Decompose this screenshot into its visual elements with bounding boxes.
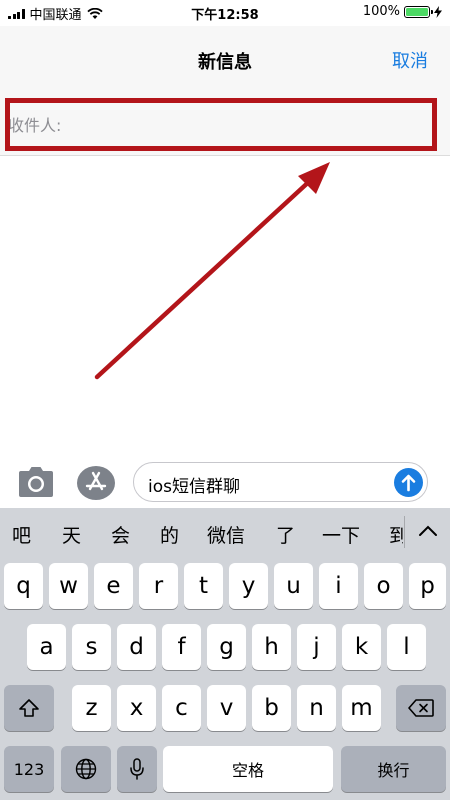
- message-input[interactable]: ios短信群聊: [133, 462, 428, 502]
- charging-bolt-icon: [434, 5, 442, 18]
- key-l[interactable]: l: [387, 624, 426, 670]
- key-y[interactable]: y: [229, 563, 268, 609]
- highlight-annotation-box: [5, 98, 437, 151]
- key-e[interactable]: e: [94, 563, 133, 609]
- delete-key[interactable]: [396, 685, 446, 731]
- candidate-word[interactable]: 了: [276, 521, 295, 548]
- key-k[interactable]: k: [342, 624, 381, 670]
- space-key[interactable]: 空格: [163, 746, 333, 792]
- numbers-key[interactable]: 123: [4, 746, 54, 792]
- key-b[interactable]: b: [252, 685, 291, 731]
- key-i[interactable]: i: [319, 563, 358, 609]
- candidate-word[interactable]: 天: [62, 521, 81, 548]
- key-c[interactable]: c: [162, 685, 201, 731]
- microphone-icon: [130, 758, 144, 780]
- candidate-word[interactable]: 会: [111, 521, 130, 548]
- camera-icon[interactable]: [17, 465, 55, 499]
- key-n[interactable]: n: [297, 685, 336, 731]
- keyboard: 吧 天 会 的 微信 了 一下 到 q w e r t y u i o p a …: [0, 508, 450, 800]
- candidate-word[interactable]: 吧: [12, 521, 31, 548]
- candidate-bar: 吧 天 会 的 微信 了 一下 到: [0, 508, 450, 554]
- key-h[interactable]: h: [252, 624, 291, 670]
- battery-level: [406, 7, 428, 16]
- cancel-button[interactable]: 取消: [392, 47, 428, 73]
- send-arrow-icon: [401, 474, 416, 492]
- send-button[interactable]: [394, 468, 423, 497]
- key-r[interactable]: r: [139, 563, 178, 609]
- app-store-icon[interactable]: [76, 465, 116, 501]
- battery-percent: 100%: [362, 4, 400, 19]
- key-p[interactable]: p: [409, 563, 446, 609]
- candidate-divider: [404, 516, 405, 548]
- globe-icon: [75, 758, 97, 780]
- key-t[interactable]: t: [184, 563, 223, 609]
- key-w[interactable]: w: [49, 563, 88, 609]
- key-v[interactable]: v: [207, 685, 246, 731]
- page-title: 新信息: [198, 52, 252, 73]
- key-f[interactable]: f: [162, 624, 201, 670]
- globe-key[interactable]: [61, 746, 111, 792]
- key-u[interactable]: u: [274, 563, 313, 609]
- key-s[interactable]: s: [72, 624, 111, 670]
- key-a[interactable]: a: [27, 624, 66, 670]
- key-m[interactable]: m: [342, 685, 381, 731]
- key-z[interactable]: z: [72, 685, 111, 731]
- candidate-word[interactable]: 微信: [207, 521, 245, 548]
- candidate-word[interactable]: 的: [160, 521, 179, 548]
- navigation-bar: 新信息 取消: [0, 26, 450, 90]
- compose-bar: ios短信群聊: [0, 456, 450, 508]
- collapse-chevron-icon[interactable]: [414, 520, 442, 542]
- status-bar: 中国联通 下午12:58 100%: [0, 0, 450, 26]
- battery-icon: [404, 5, 433, 18]
- message-text: ios短信群聊: [148, 477, 240, 497]
- status-right: 100%: [363, 4, 442, 19]
- shift-icon: [19, 699, 39, 717]
- key-g[interactable]: g: [207, 624, 246, 670]
- shift-key[interactable]: [4, 685, 54, 731]
- candidate-word[interactable]: 一下: [322, 521, 360, 548]
- return-key[interactable]: 换行: [341, 746, 446, 792]
- key-o[interactable]: o: [364, 563, 403, 609]
- key-d[interactable]: d: [117, 624, 156, 670]
- key-x[interactable]: x: [117, 685, 156, 731]
- key-j[interactable]: j: [297, 624, 336, 670]
- candidate-word[interactable]: 到: [389, 521, 403, 548]
- microphone-key[interactable]: [117, 746, 157, 792]
- delete-icon: [408, 699, 434, 717]
- key-q[interactable]: q: [4, 563, 43, 609]
